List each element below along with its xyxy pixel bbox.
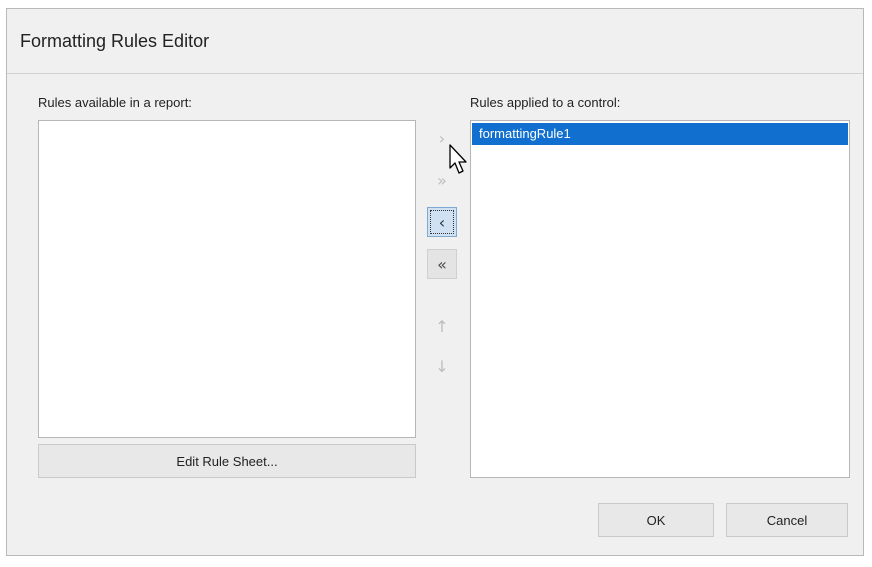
- chevron-left-icon: ‹: [438, 212, 446, 232]
- dialog-title: Formatting Rules Editor: [20, 31, 210, 51]
- move-left-button[interactable]: ‹: [427, 207, 457, 237]
- cancel-button[interactable]: Cancel: [726, 503, 848, 537]
- formatting-rules-editor-dialog: Formatting Rules Editor Rules available …: [6, 8, 864, 556]
- arrow-up-icon: ↑: [435, 316, 449, 336]
- applied-rules-label: Rules applied to a control:: [470, 95, 621, 110]
- edit-rule-sheet-button[interactable]: Edit Rule Sheet...: [38, 444, 416, 478]
- title-divider: [7, 73, 863, 74]
- ok-button[interactable]: OK: [598, 503, 714, 537]
- move-up-button[interactable]: ↑: [427, 311, 457, 341]
- double-chevron-left-icon: «: [437, 254, 447, 274]
- available-rules-list[interactable]: [38, 120, 416, 438]
- chevron-right-icon: ›: [438, 128, 446, 148]
- move-down-button[interactable]: ↓: [427, 351, 457, 381]
- list-item[interactable]: formattingRule1: [472, 123, 848, 145]
- double-chevron-right-icon: »: [437, 170, 447, 190]
- available-rules-label: Rules available in a report:: [38, 95, 192, 110]
- move-all-left-button[interactable]: «: [427, 249, 457, 279]
- arrow-down-icon: ↓: [435, 356, 449, 376]
- applied-rules-list[interactable]: formattingRule1: [470, 120, 850, 478]
- mouse-cursor-icon: [449, 144, 467, 174]
